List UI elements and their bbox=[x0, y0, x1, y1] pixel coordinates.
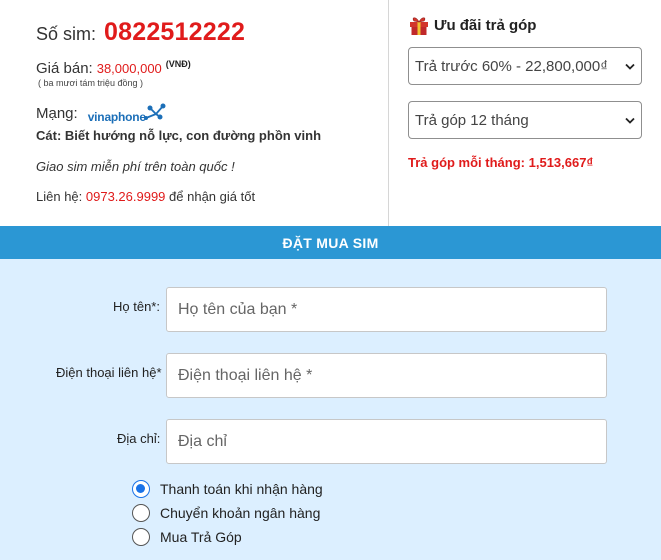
phone-input[interactable] bbox=[166, 353, 607, 398]
order-section-header: ĐẶT MUA SIM bbox=[0, 226, 661, 259]
sim-number-label: Số sim: bbox=[36, 24, 97, 44]
payment-option-label: Thanh toán khi nhận hàng bbox=[160, 481, 323, 497]
order-form: Họ tên*: Điện thoại liên hệ* Địa chỉ: Th… bbox=[0, 259, 661, 560]
network-label: Mạng: bbox=[36, 105, 78, 122]
contact-row: Liên hệ: 0973.26.9999 để nhận giá tốt bbox=[36, 189, 255, 204]
address-input[interactable] bbox=[166, 419, 607, 464]
free-shipping-note: Giao sim miễn phí trên toàn quốc ! bbox=[36, 159, 235, 174]
radio-unselected-icon[interactable] bbox=[132, 504, 150, 522]
sim-meaning: Cát: Biết hướng nỗ lực, con đường phồn v… bbox=[36, 128, 322, 143]
vinaphone-mark-icon bbox=[143, 103, 166, 120]
gift-icon bbox=[410, 17, 428, 35]
payment-option-installment[interactable]: Mua Trả Góp bbox=[132, 528, 242, 546]
monthly-payment: Trả góp mỗi tháng: 1,513,667₫ bbox=[408, 155, 593, 170]
price-unit: (VNĐ) bbox=[165, 59, 191, 69]
payment-option-label: Chuyển khoản ngân hàng bbox=[160, 505, 321, 521]
prepay-select-value: Trả trước 60% - 22,800,000₫ bbox=[415, 57, 608, 75]
contact-prefix: Liên hệ: bbox=[36, 189, 83, 204]
price-row: Giá bán: 38,000,000 (VNĐ) bbox=[36, 59, 191, 77]
radio-unselected-icon[interactable] bbox=[132, 528, 150, 546]
payment-option-cod[interactable]: Thanh toán khi nhận hàng bbox=[132, 480, 323, 498]
sim-number: 0822512222 bbox=[104, 18, 246, 46]
installment-term-value: Trả góp 12 tháng bbox=[415, 111, 529, 129]
payment-option-label: Mua Trả Góp bbox=[160, 529, 242, 545]
radio-selected-icon[interactable] bbox=[132, 480, 150, 498]
chevron-down-icon bbox=[625, 63, 635, 70]
payment-option-bank-transfer[interactable]: Chuyển khoản ngân hàng bbox=[132, 504, 320, 522]
name-input[interactable] bbox=[166, 287, 607, 332]
installment-term-select[interactable]: Trả góp 12 tháng bbox=[408, 101, 642, 139]
monthly-payment-label: Trả góp mỗi tháng: bbox=[408, 155, 525, 170]
price-label: Giá bán: bbox=[36, 60, 93, 77]
installment-title: Ưu đãi trả góp bbox=[408, 14, 536, 36]
network-row: Mạng: vinaphone bbox=[36, 103, 168, 128]
contact-phone-link[interactable]: 0973.26.9999 bbox=[86, 189, 166, 204]
installment-title-text: Ưu đãi trả góp bbox=[434, 16, 537, 34]
prepay-select[interactable]: Trả trước 60% - 22,800,000₫ bbox=[408, 47, 642, 85]
chevron-down-icon bbox=[625, 117, 635, 124]
price-in-words: ( ba mươi tám triệu đồng ) bbox=[38, 78, 143, 88]
sim-info-panel: Số sim: 0822512222 Giá bán: 38,000,000 (… bbox=[0, 0, 661, 226]
panel-divider bbox=[388, 0, 389, 226]
contact-suffix: để nhận giá tốt bbox=[169, 189, 256, 204]
phone-label: Điện thoại liên hệ* bbox=[56, 365, 162, 380]
address-label: Địa chỉ: bbox=[117, 431, 161, 446]
price-value: 38,000,000 bbox=[96, 61, 162, 76]
vinaphone-logo: vinaphone bbox=[87, 103, 168, 128]
vinaphone-logo-text: vinaphone bbox=[87, 110, 146, 124]
sim-number-row: Số sim: 0822512222 bbox=[36, 18, 245, 47]
monthly-payment-value: 1,513,667₫ bbox=[528, 155, 594, 170]
name-label: Họ tên*: bbox=[113, 299, 160, 314]
